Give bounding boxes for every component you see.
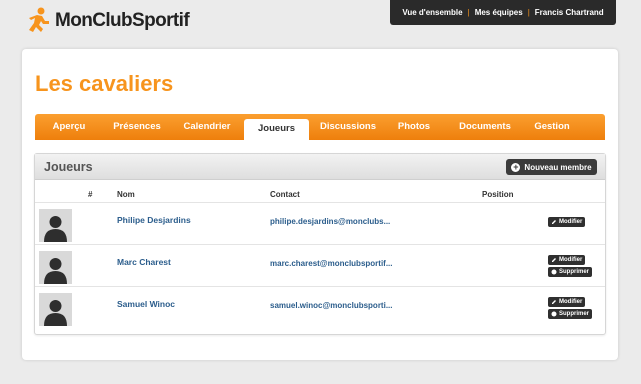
player-name-link[interactable]: Samuel Winoc: [117, 299, 175, 309]
column-header-number: #: [88, 190, 93, 199]
edit-button-label: Modifier: [559, 299, 583, 305]
column-header-contact: Contact: [270, 190, 300, 199]
tab-photos[interactable]: Photos: [391, 114, 437, 140]
tab-discussions[interactable]: Discussions: [315, 114, 381, 140]
edit-button-label: Modifier: [559, 257, 583, 263]
tab-calendrier[interactable]: Calendrier: [175, 114, 239, 140]
players-section: Joueurs + Nouveau membre # Nom Contact P…: [34, 153, 606, 335]
brand-logo[interactable]: MonClubSportif: [24, 6, 190, 34]
tab-presences[interactable]: Présences: [107, 114, 167, 140]
delete-button-label: Supprimer: [559, 311, 590, 317]
players-section-title: Joueurs: [44, 160, 93, 174]
tab-bar: Aperçu Présences Calendrier Joueurs Disc…: [35, 114, 605, 140]
top-navigation: Vue d'ensemble | Mes équipes | Francis C…: [390, 0, 616, 25]
player-name-link[interactable]: Philipe Desjardins: [117, 215, 191, 225]
players-section-header: Joueurs + Nouveau membre: [35, 154, 605, 180]
main-panel: Les cavaliers Aperçu Présences Calendrie…: [22, 49, 618, 360]
nav-user-link[interactable]: Francis Chartrand: [535, 8, 604, 17]
new-member-label: Nouveau membre: [524, 162, 592, 172]
nav-separator: |: [527, 8, 530, 17]
pencil-icon: [552, 300, 556, 304]
avatar-placeholder-icon: [39, 251, 72, 284]
player-name-link[interactable]: Marc Charest: [117, 257, 171, 267]
edit-button-label: Modifier: [559, 219, 583, 225]
table-row: Philipe Desjardins philipe.desjardins@mo…: [35, 202, 605, 244]
brand-name: MonClubSportif: [55, 10, 190, 31]
tab-joueurs[interactable]: Joueurs: [244, 119, 309, 140]
player-contact-link[interactable]: samuel.winoc@monclubsporti...: [270, 301, 392, 310]
table-row: Marc Charest marc.charest@monclubsportif…: [35, 244, 605, 286]
avatar-placeholder-icon: [39, 209, 72, 242]
delete-button-label: Supprimer: [559, 269, 590, 275]
edit-button[interactable]: Modifier: [548, 297, 586, 307]
player-contact-link[interactable]: marc.charest@monclubsportif...: [270, 259, 393, 268]
avatar-placeholder-icon: [39, 293, 72, 326]
tab-apercu[interactable]: Aperçu: [43, 114, 95, 140]
player-contact-link[interactable]: philipe.desjardins@monclubs...: [270, 217, 390, 226]
pencil-icon: [552, 258, 556, 262]
nav-overview-link[interactable]: Vue d'ensemble: [402, 8, 462, 17]
edit-button[interactable]: Modifier: [548, 217, 586, 227]
trash-icon: [551, 311, 557, 317]
runner-logo-icon: [29, 7, 49, 32]
page-title: Les cavaliers: [35, 71, 174, 96]
tab-gestion[interactable]: Gestion: [527, 114, 577, 140]
table-row: Samuel Winoc samuel.winoc@monclubsporti.…: [35, 286, 605, 328]
delete-button[interactable]: Supprimer: [548, 309, 593, 319]
column-header-name: Nom: [117, 190, 135, 199]
plus-icon: +: [511, 161, 521, 172]
edit-button[interactable]: Modifier: [548, 255, 586, 265]
column-header-position: Position: [482, 190, 514, 199]
nav-separator: |: [467, 8, 470, 17]
pencil-icon: [552, 220, 556, 224]
new-member-button[interactable]: + Nouveau membre: [506, 159, 597, 175]
delete-button[interactable]: Supprimer: [548, 267, 593, 277]
trash-icon: [551, 269, 557, 275]
tab-documents[interactable]: Documents: [453, 114, 517, 140]
nav-my-teams-link[interactable]: Mes équipes: [475, 8, 523, 17]
